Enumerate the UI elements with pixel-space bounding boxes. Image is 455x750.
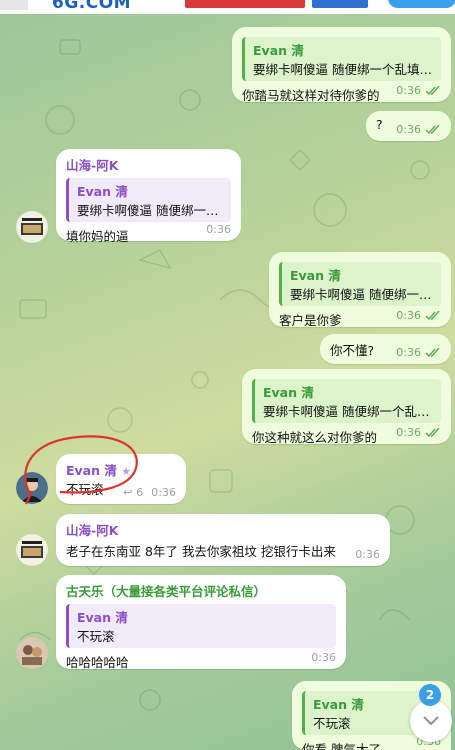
reply-quote[interactable]: Evan 清 要绑卡啊傻逼 随便绑一… — [279, 262, 441, 306]
message-meta: 0:36 — [206, 223, 231, 236]
double-check-icon — [425, 310, 440, 320]
message-out[interactable]: Evan 清 要绑卡啊傻逼 随便绑一… 客户是你爹 0:36 — [269, 252, 451, 328]
message-time: 0:36 — [396, 123, 421, 136]
message-in[interactable]: Evan 清 ★ 不玩滚 ↩ 6 0:36 — [56, 454, 186, 504]
reply-quote[interactable]: Evan 清 要绑卡啊傻逼 随便绑一… — [66, 178, 231, 222]
message-text: 老子在东南亚 8年了 我去你家祖坟 挖银行卡出来 — [66, 544, 336, 559]
message-time: 0:36 — [311, 651, 336, 664]
reply-arrow-icon: ↩ — [123, 486, 133, 499]
message-meta: 0:36 — [396, 123, 441, 136]
double-check-icon — [425, 347, 440, 357]
reply-sender: Evan 清 — [253, 43, 304, 58]
sender-name-text: Evan 清 — [66, 463, 117, 478]
message-meta: 0:36 — [311, 651, 336, 664]
message-in[interactable]: 古天乐（大量接各类平台评论私信） Evan 清 不玩滚 哈哈哈哈哈 0:36 — [56, 575, 346, 670]
avatar[interactable] — [16, 472, 48, 504]
reply-text: 要绑卡啊傻逼 随便绑一… — [77, 203, 219, 218]
message-time: 0:36 — [151, 486, 176, 499]
sender-name[interactable]: 山海-阿K — [66, 520, 380, 539]
message-time: 0:36 — [396, 84, 421, 97]
reply-sender: Evan 清 — [263, 385, 314, 400]
unread-count-badge[interactable]: 2 — [419, 684, 441, 706]
scroll-to-bottom-button[interactable] — [410, 700, 452, 742]
message-in[interactable]: 山海-阿K 老子在东南亚 8年了 我去你家祖坟 挖银行卡出来 0:36 — [56, 514, 390, 566]
message-time: 0:36 — [206, 223, 231, 236]
reply-text: 要绑卡啊傻逼 随便绑一个乱填… — [253, 62, 432, 77]
message-text: 哈哈哈哈哈 — [66, 655, 129, 670]
sender-name[interactable]: Evan 清 ★ — [66, 460, 176, 479]
top-ad-banner[interactable]: 6G.COM — [0, 0, 455, 14]
sender-name[interactable]: 古天乐（大量接各类平台评论私信） — [66, 581, 336, 600]
banner-button[interactable] — [388, 0, 455, 8]
banner-thumbnail — [0, 0, 28, 10]
message-meta: 0:36 — [396, 346, 441, 359]
reply-text: 要绑卡啊傻逼 随便绑一个乱… — [263, 404, 430, 419]
avatar[interactable] — [16, 637, 48, 669]
message-out[interactable]: ? 0:36 — [366, 111, 451, 141]
avatar[interactable] — [16, 211, 48, 243]
reply-sender: Evan 清 — [77, 610, 128, 625]
message-out[interactable]: Evan 清 要绑卡啊傻逼 随便绑一个乱填… 你踏马就这样对待你爹的 0:36 — [232, 27, 451, 103]
banner-blue-block — [312, 0, 368, 8]
message-meta: 0:36 — [396, 309, 441, 322]
sender-name[interactable]: 山海-阿K — [66, 155, 231, 174]
double-check-icon — [425, 85, 440, 95]
avatar[interactable] — [16, 534, 48, 566]
chevron-down-icon — [423, 716, 439, 726]
reply-text: 要绑卡啊傻逼 随便绑一… — [290, 287, 432, 302]
reply-quote[interactable]: Evan 清 要绑卡啊傻逼 随便绑一个乱… — [252, 379, 441, 423]
banner-ad-text: 6G.COM — [52, 0, 132, 13]
reply-text: 不玩滚 — [77, 629, 115, 644]
reply-quote[interactable]: Evan 清 要绑卡啊傻逼 随便绑一个乱填… — [242, 37, 441, 81]
message-out[interactable]: Evan 清 要绑卡啊傻逼 随便绑一个乱… 你这种就这么对你爹的 0:36 — [242, 369, 451, 445]
message-time: 0:36 — [396, 426, 421, 439]
reply-sender: Evan 清 — [290, 268, 341, 283]
message-meta: ↩ 6 0:36 — [123, 486, 176, 499]
message-time: 0:36 — [355, 548, 380, 561]
message-meta: 0:36 — [355, 548, 380, 561]
message-time: 0:36 — [396, 309, 421, 322]
message-out[interactable]: 你不懂? 0:36 — [320, 334, 451, 364]
reply-count[interactable]: 6 — [136, 486, 143, 499]
message-in[interactable]: 山海-阿K Evan 清 要绑卡啊傻逼 随便绑一… 填你妈的逼 0:36 — [56, 149, 241, 244]
message-time: 0:36 — [396, 346, 421, 359]
message-meta: 0:36 — [396, 84, 441, 97]
reply-quote[interactable]: Evan 清 不玩滚 — [66, 604, 336, 648]
reply-sender: Evan 清 — [77, 184, 128, 199]
double-check-icon — [425, 427, 440, 437]
banner-red-block — [185, 0, 305, 8]
double-check-icon — [425, 124, 440, 134]
message-meta: 0:36 — [396, 426, 441, 439]
star-icon: ★ — [121, 465, 132, 478]
